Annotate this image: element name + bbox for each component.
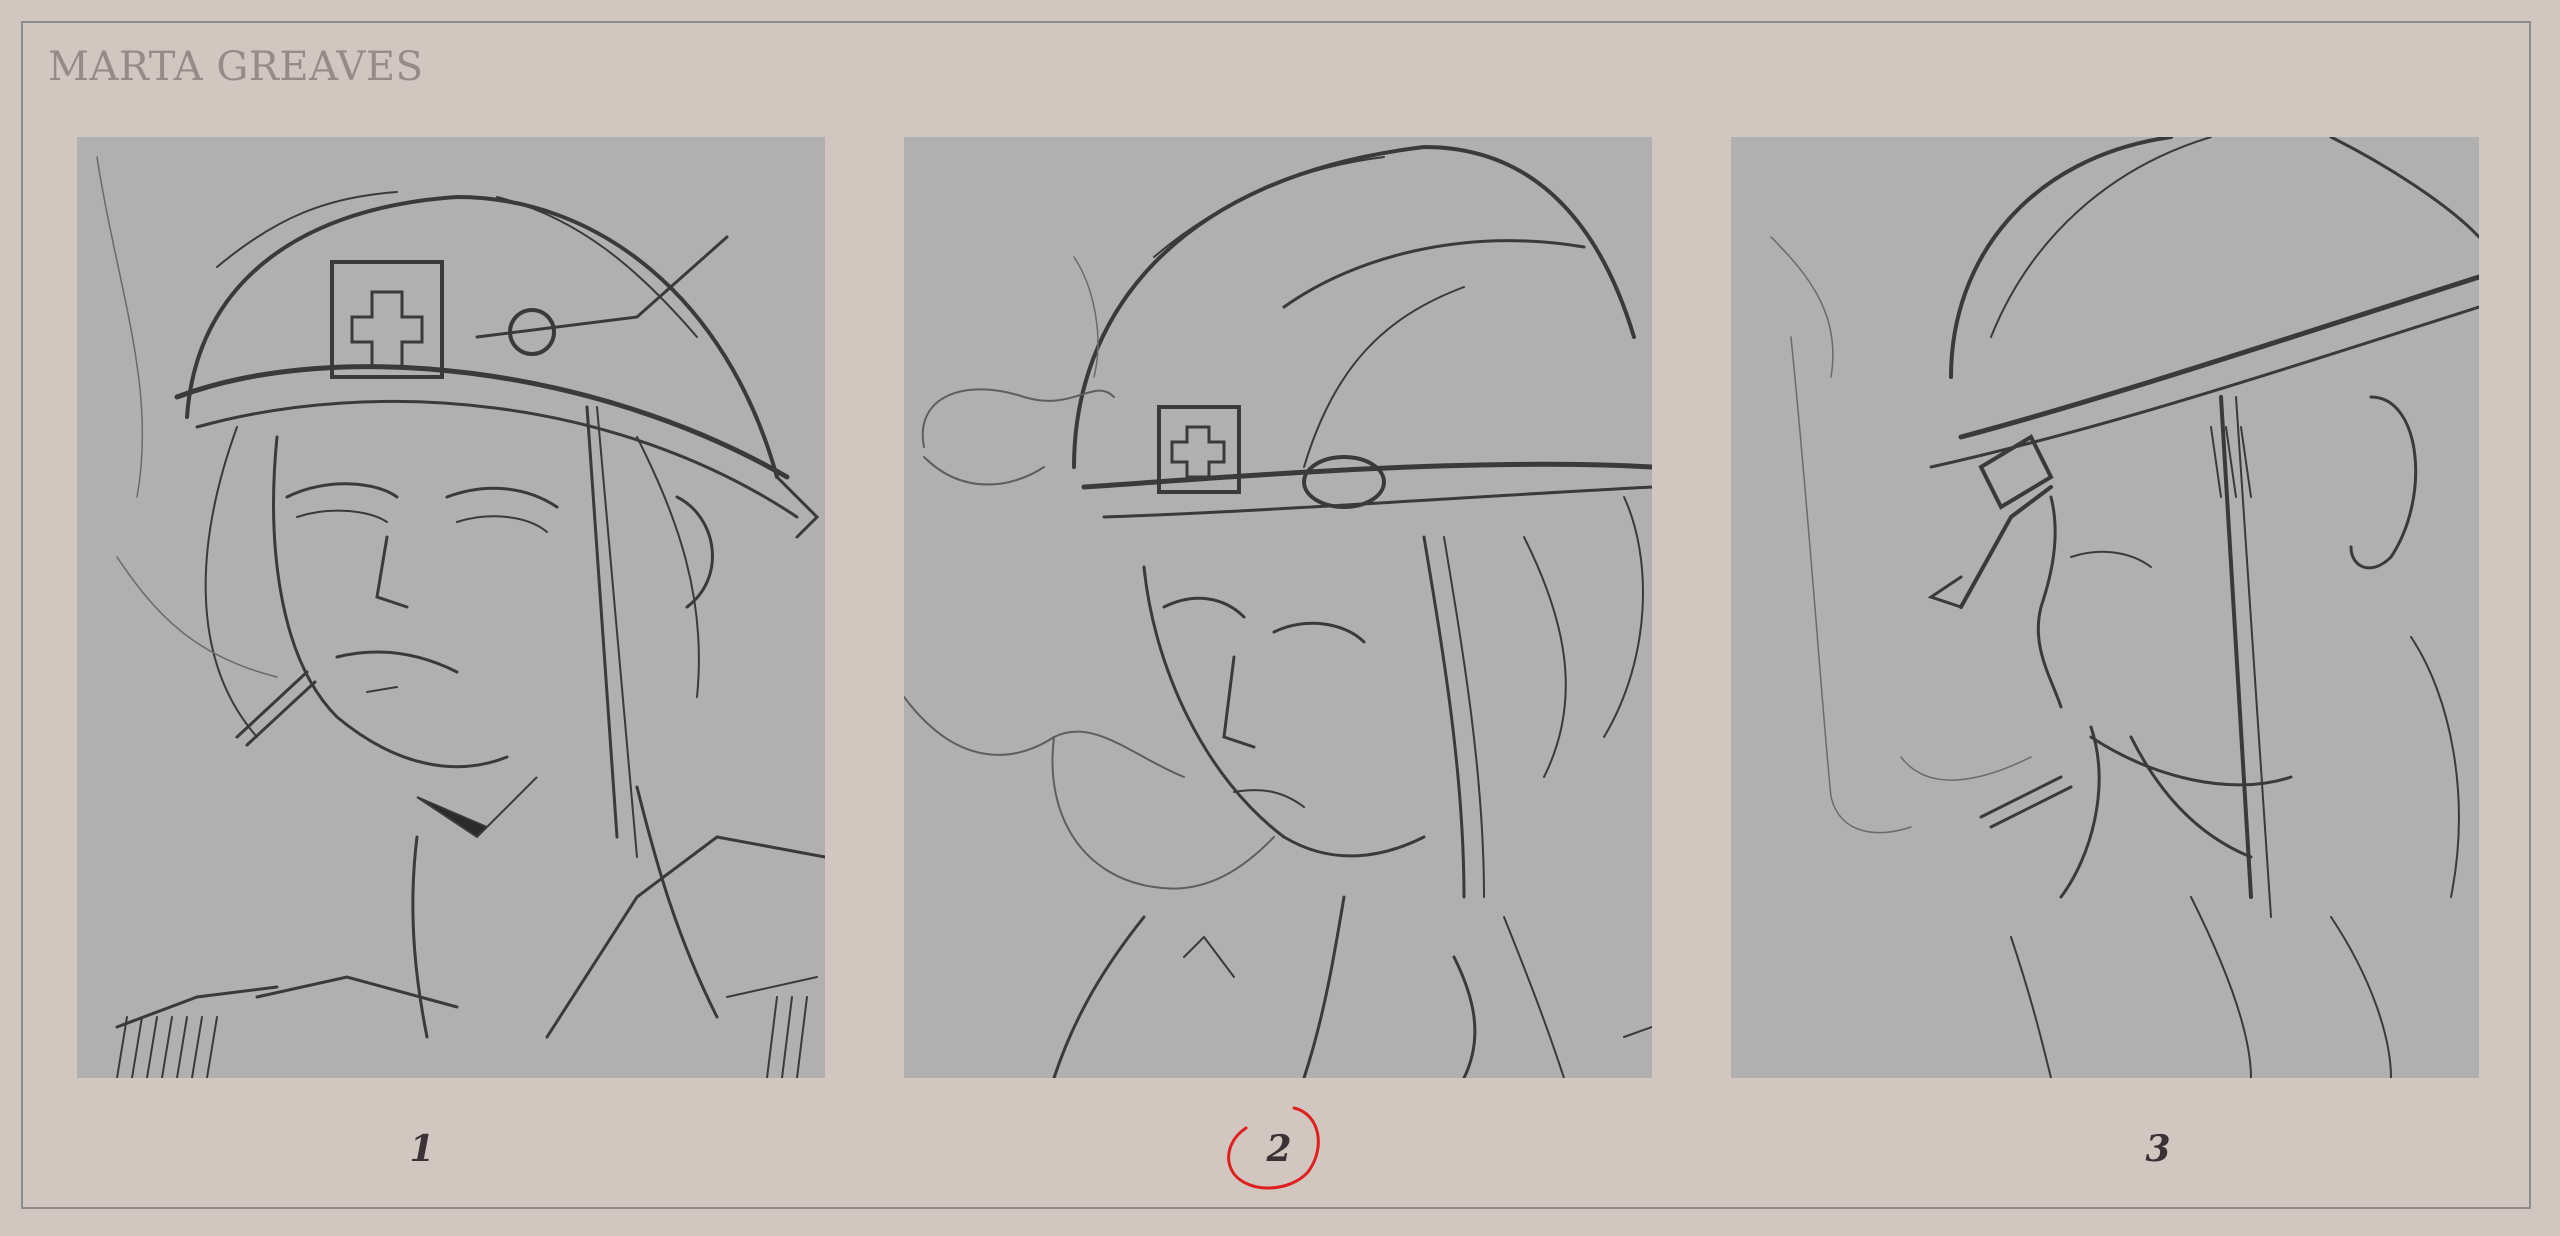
selection-circle-mark bbox=[1227, 1106, 1320, 1190]
sketch-drawing-1 bbox=[96, 156, 825, 1078]
sketch-panel-2[interactable] bbox=[904, 137, 1652, 1078]
sketch-panel-3[interactable] bbox=[1731, 137, 2479, 1078]
sketch-drawing-2 bbox=[904, 144, 1652, 1078]
sketch-panel-1[interactable] bbox=[77, 137, 825, 1078]
sketch-drawing-3 bbox=[1770, 137, 2479, 1078]
panel-number-3: 3 bbox=[2145, 1128, 2171, 1170]
sheet-title: MARTA GREAVES bbox=[48, 44, 424, 90]
panel-number-1: 1 bbox=[409, 1128, 435, 1170]
